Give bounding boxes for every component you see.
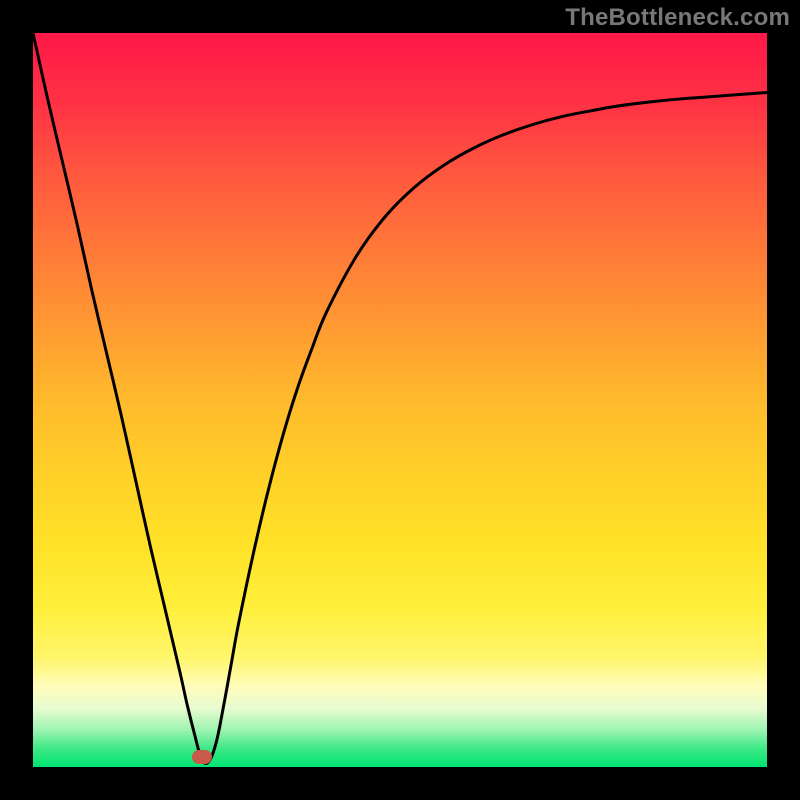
- chart-frame: TheBottleneck.com: [0, 0, 800, 800]
- gradient-background: [33, 33, 767, 767]
- optimal-point-marker: [192, 750, 212, 764]
- watermark-text: TheBottleneck.com: [565, 4, 790, 32]
- plot-area: [33, 33, 767, 767]
- chart-svg: [33, 33, 767, 767]
